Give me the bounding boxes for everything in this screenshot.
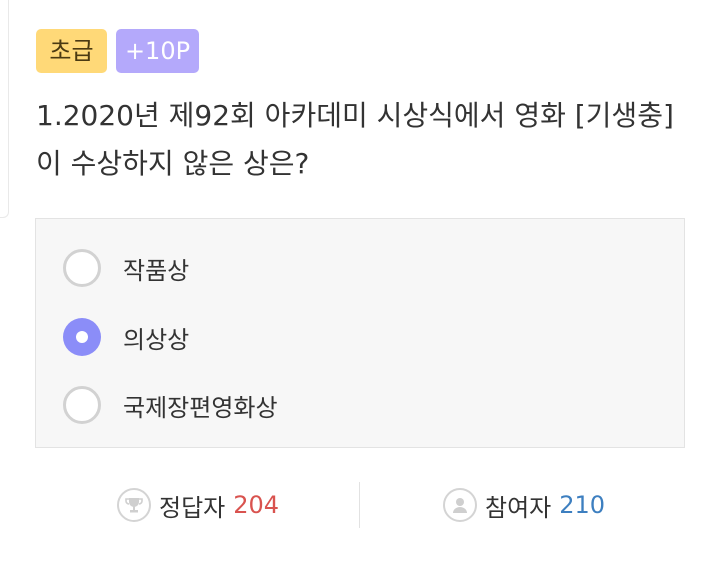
correct-stat: 정답자 204	[117, 482, 279, 528]
option-label: 의상상	[123, 325, 190, 354]
option-label: 국제장편영화상	[123, 393, 278, 422]
stats-divider	[359, 482, 360, 528]
answer-options: 작품상 의상상 국제장편영화상	[35, 218, 685, 448]
level-badge: 초급	[36, 29, 107, 73]
card-edge	[0, 0, 9, 218]
option-1[interactable]: 작품상	[63, 246, 189, 290]
badge-row: 초급 +10P	[36, 29, 199, 73]
participants-count: 210	[559, 491, 606, 519]
option-label: 작품상	[123, 256, 190, 285]
correct-label: 정답자	[159, 493, 226, 522]
participants-stat: 참여자 210	[443, 482, 605, 528]
participants-label: 참여자	[485, 493, 552, 522]
points-badge: +10P	[116, 29, 199, 73]
trophy-icon	[117, 488, 151, 522]
stats-bar: 정답자 204 참여자 210	[0, 482, 720, 528]
option-2[interactable]: 의상상	[63, 315, 189, 359]
correct-count: 204	[233, 491, 280, 519]
question-text: 1.2020년 제92회 아카데미 시상식에서 영화 [기생충]이 수상하지 않…	[36, 99, 674, 180]
radio-button[interactable]	[63, 249, 101, 287]
radio-button[interactable]	[63, 386, 101, 424]
radio-button-selected[interactable]	[63, 318, 101, 356]
person-icon	[443, 488, 477, 522]
option-3[interactable]: 국제장편영화상	[63, 383, 278, 427]
